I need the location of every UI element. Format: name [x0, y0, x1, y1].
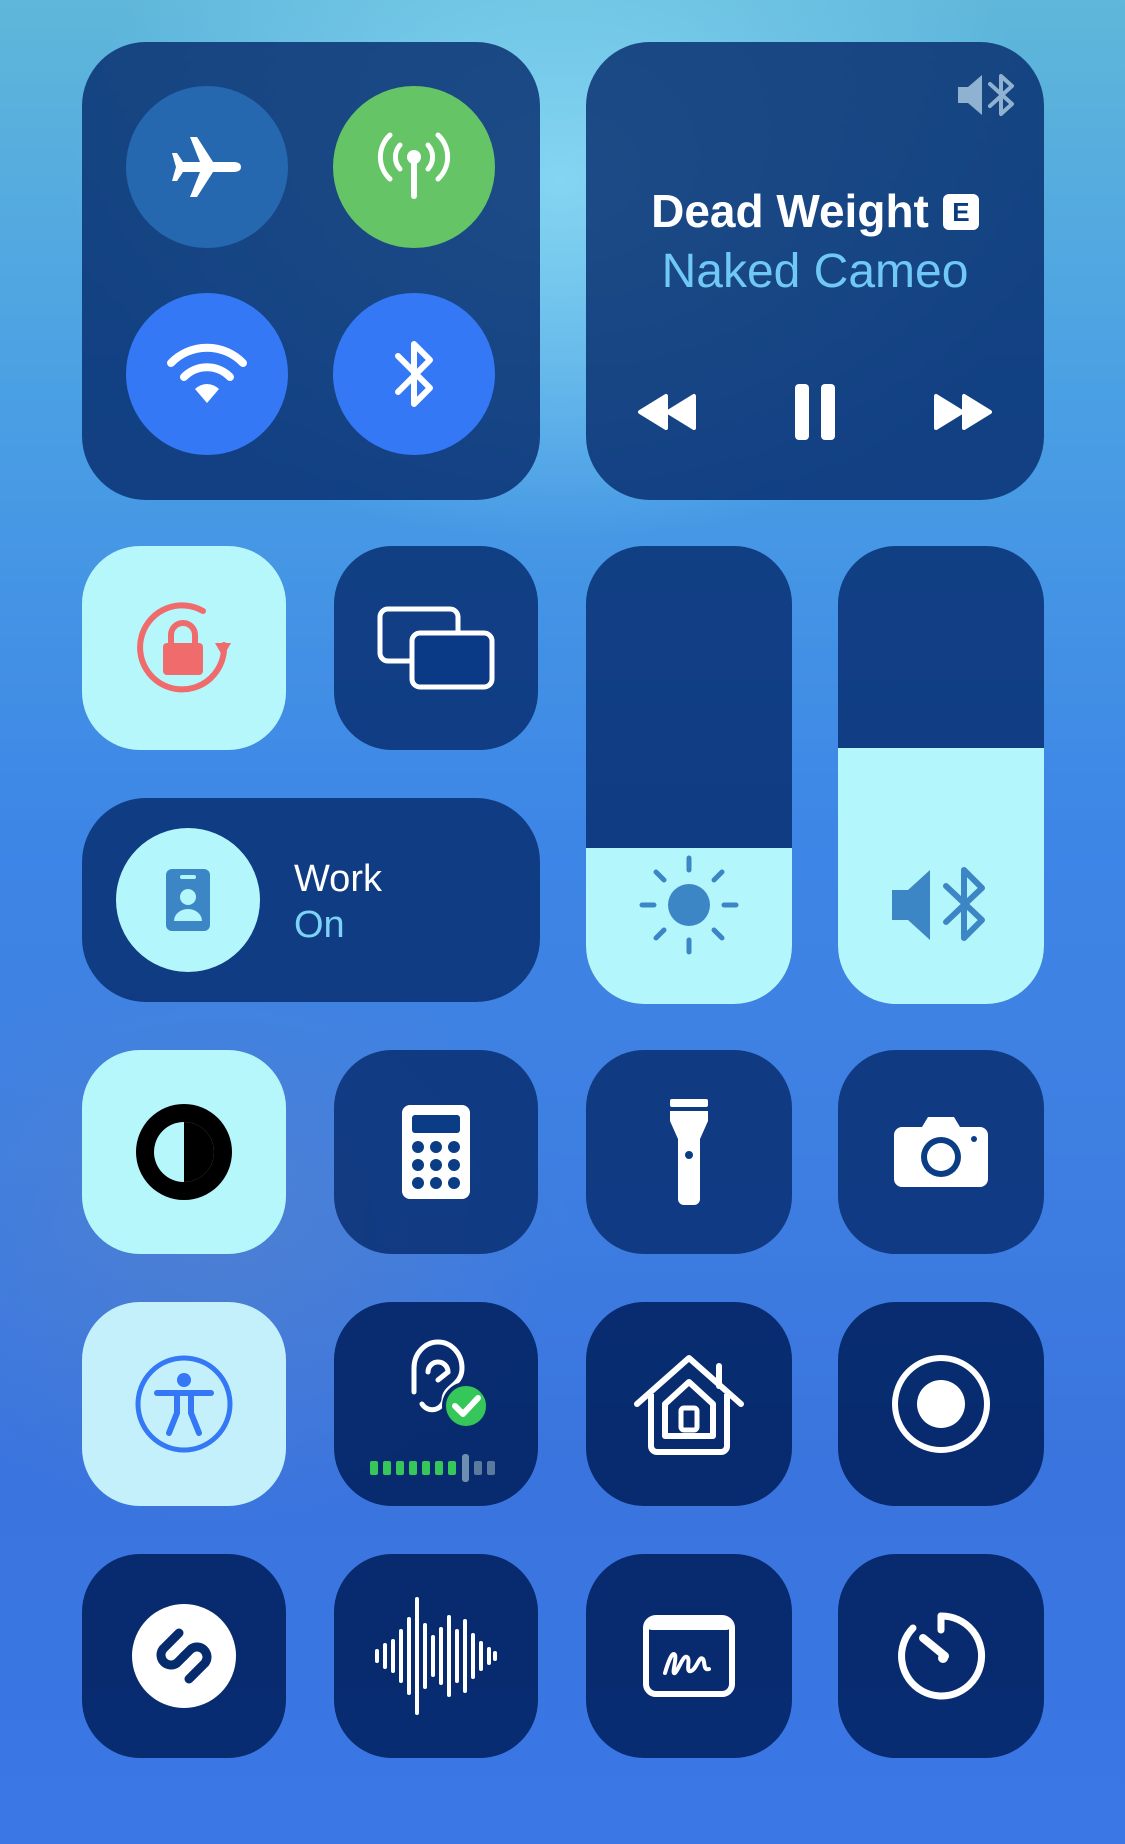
shazam-button[interactable] [82, 1554, 286, 1758]
signature-icon [643, 1615, 735, 1697]
screen-mirroring-toggle[interactable] [334, 546, 538, 750]
record-icon [892, 1355, 990, 1453]
hearing-level-meter [370, 1454, 495, 1482]
focus-icon-circle [116, 828, 260, 972]
speaker-bluetooth-icon[interactable] [954, 70, 1020, 120]
voice-memos-button[interactable] [334, 1554, 538, 1758]
flashlight-button[interactable] [586, 1050, 792, 1254]
bluetooth-icon [395, 341, 433, 407]
calculator-icon [402, 1105, 470, 1199]
camera-icon [894, 1117, 988, 1187]
cellular-data-toggle[interactable] [333, 86, 495, 248]
orientation-lock-toggle[interactable] [82, 546, 286, 750]
brightness-slider[interactable] [586, 546, 792, 1004]
timer-icon [898, 1612, 986, 1700]
airplane-icon [172, 137, 241, 197]
accessibility-icon [135, 1355, 233, 1453]
speaker-bluetooth-icon [892, 867, 985, 941]
accessibility-button[interactable] [82, 1302, 286, 1506]
fast-forward-button[interactable] [932, 392, 996, 432]
quick-note-button[interactable] [586, 1554, 792, 1758]
work-badge-icon [166, 869, 210, 931]
now-playing-module[interactable]: Dead Weight E Naked Cameo [586, 42, 1044, 500]
dark-mode-toggle[interactable] [82, 1050, 286, 1254]
rotation-lock-icon [137, 602, 231, 693]
focus-state: On [294, 904, 345, 946]
rewind-button[interactable] [634, 392, 698, 432]
focus-mode-toggle[interactable]: Work On [82, 798, 540, 1002]
calculator-button[interactable] [334, 1050, 538, 1254]
airplane-mode-toggle[interactable] [126, 86, 288, 248]
pause-button[interactable] [791, 382, 839, 442]
timer-button[interactable] [838, 1554, 1044, 1758]
wifi-icon [167, 343, 247, 403]
antenna-icon [377, 132, 451, 199]
focus-title: Work [294, 858, 382, 900]
song-title: Dead Weight E [586, 184, 1044, 238]
hearing-icon [411, 1339, 490, 1430]
wifi-toggle[interactable] [126, 293, 288, 455]
explicit-badge: E [942, 194, 979, 230]
waveform-icon [375, 1597, 497, 1715]
volume-slider[interactable] [838, 546, 1044, 1004]
dark-mode-icon [136, 1104, 232, 1200]
shazam-icon [132, 1604, 236, 1708]
bluetooth-toggle[interactable] [333, 293, 495, 455]
flashlight-icon [670, 1099, 708, 1205]
home-icon [634, 1355, 744, 1455]
artist-name: Naked Cameo [661, 245, 969, 298]
connectivity-module [82, 42, 540, 500]
screen-recording-button[interactable] [838, 1302, 1044, 1506]
camera-button[interactable] [838, 1050, 1044, 1254]
home-button[interactable] [586, 1302, 792, 1506]
hearing-button[interactable] [334, 1302, 538, 1506]
sun-icon [639, 855, 739, 955]
screen-mirroring-icon [377, 606, 495, 690]
